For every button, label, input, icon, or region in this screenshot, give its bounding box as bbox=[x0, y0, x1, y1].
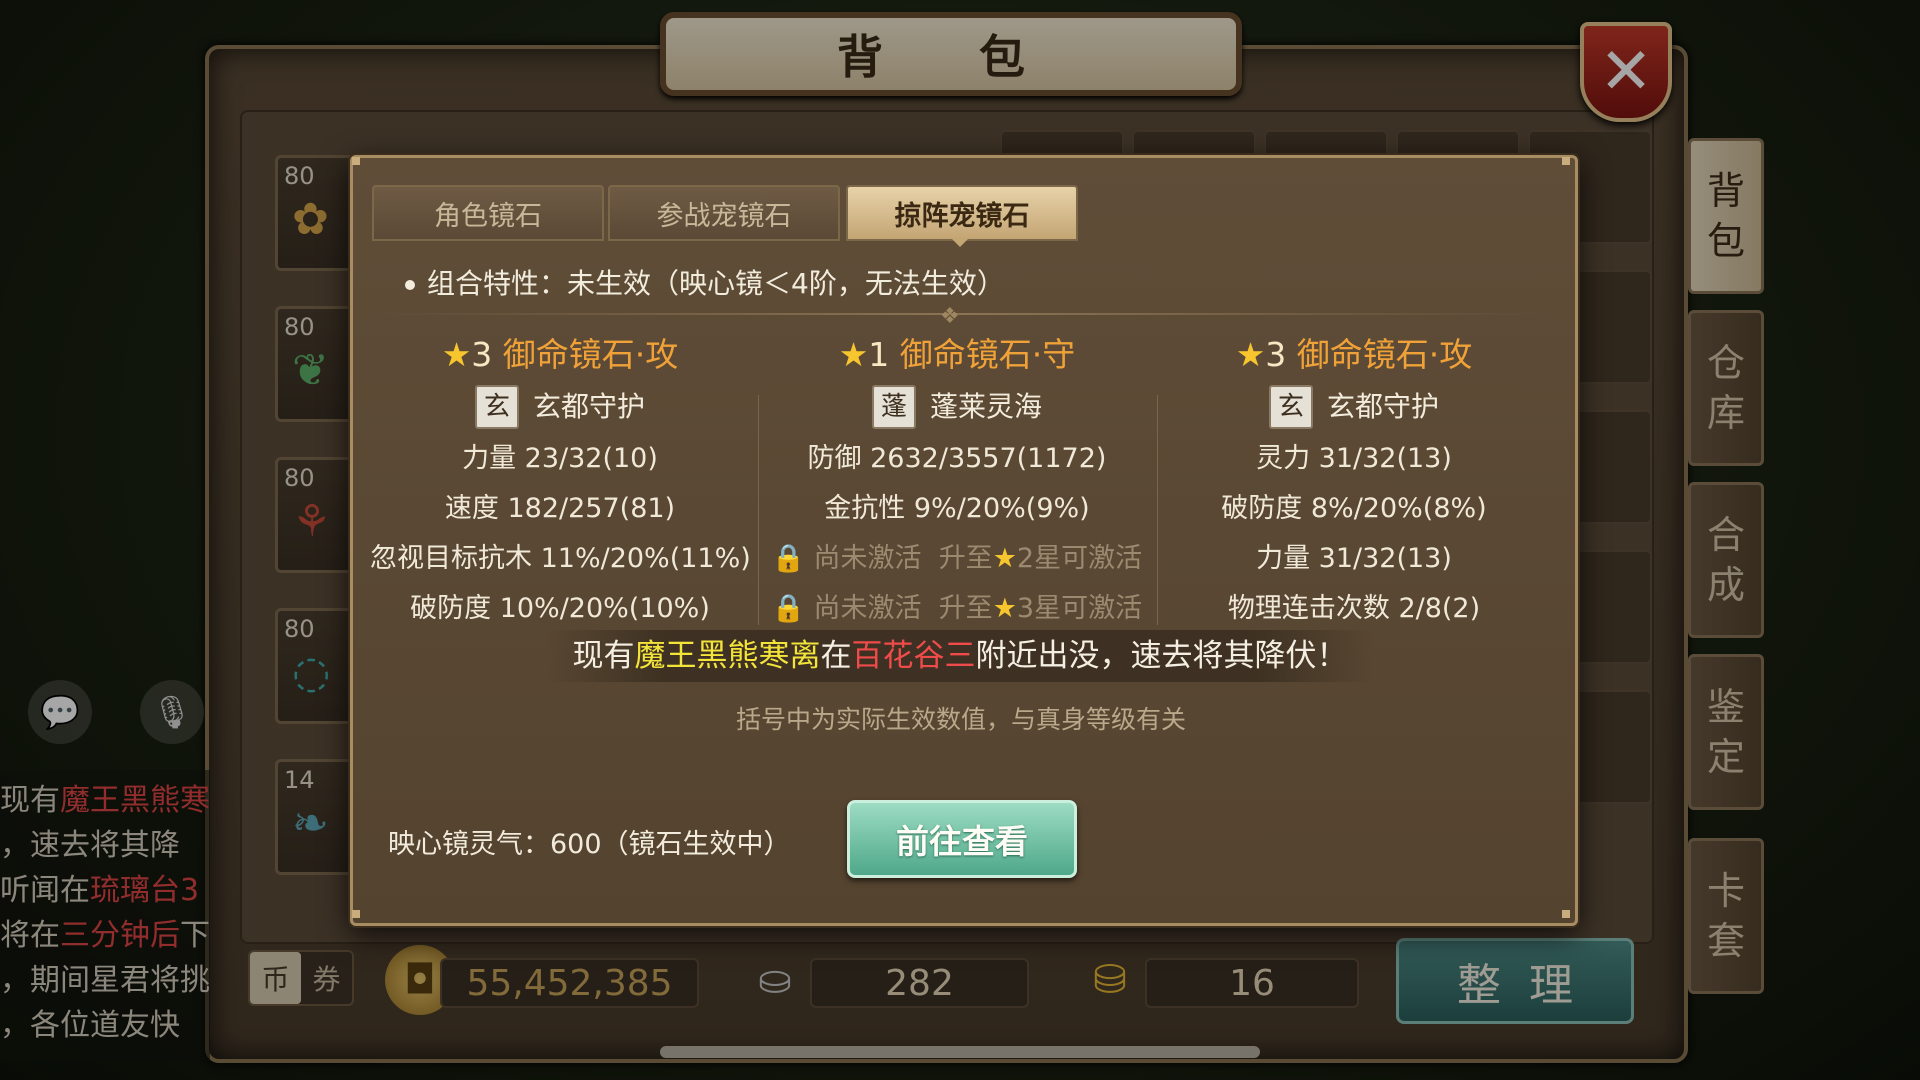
star-icon: ★ bbox=[992, 593, 1017, 624]
bullet-icon bbox=[405, 280, 415, 290]
stone-name: 御命镜石·攻 bbox=[1296, 335, 1473, 374]
stone-column-2: ★1 御命镜石·守 蓬 蓬莱灵海 防御 2632/3557(1172) 金抗性 … bbox=[767, 330, 1147, 634]
stone-column-3: ★3 御命镜石·攻 玄 玄都守护 灵力 31/32(13) 破防度 8%/20%… bbox=[1164, 330, 1544, 634]
set-badge-icon: 蓬 bbox=[871, 385, 916, 429]
stone-set: 蓬 蓬莱灵海 bbox=[767, 380, 1147, 434]
tab-battle-pet-stone[interactable]: 参战宠镜石 bbox=[608, 185, 840, 241]
locked-stat-row: 🔒 尚未激活 升至★2星可激活 bbox=[771, 543, 1143, 574]
stone-set: 玄 玄都守护 bbox=[1164, 380, 1544, 434]
mirror-aura-status: 映心镜灵气：600（镜石生效中） bbox=[388, 829, 791, 860]
stat-row: 灵力 31/32(13) bbox=[1256, 443, 1452, 474]
set-badge-icon: 玄 bbox=[1268, 385, 1313, 429]
stone-name: 御命镜石·守 bbox=[899, 335, 1076, 374]
column-separator bbox=[1157, 395, 1158, 625]
column-separator bbox=[758, 395, 759, 625]
locked-stat-row: 🔒 尚未激活 升至★3星可激活 bbox=[771, 593, 1143, 624]
set-name: 玄都守护 bbox=[1326, 390, 1439, 423]
set-badge-icon: 玄 bbox=[474, 385, 519, 429]
stat-row: 金抗性 9%/20%(9%) bbox=[824, 493, 1090, 524]
location-name: 百花谷三 bbox=[851, 638, 976, 674]
system-announcement: 现有魔王黑熊寒离在百花谷三附近出没，速去将其降伏！ bbox=[545, 630, 1375, 682]
stat-row: 力量 23/32(10) bbox=[462, 443, 658, 474]
stat-row: 力量 31/32(13) bbox=[1256, 543, 1452, 574]
divider bbox=[375, 313, 1545, 315]
star-icon: ★ bbox=[1235, 335, 1266, 374]
combo-trait: 组合特性：未生效（映心镜＜4阶，无法生效） bbox=[405, 262, 1005, 302]
stat-row: 破防度 8%/20%(8%) bbox=[1221, 493, 1487, 524]
tab-pointer bbox=[950, 237, 970, 247]
star-count: 3 bbox=[471, 335, 493, 374]
panel-corner bbox=[352, 910, 360, 918]
stat-row: 速度 182/257(81) bbox=[444, 493, 676, 524]
stone-title[interactable]: ★1 御命镜石·守 bbox=[767, 330, 1147, 380]
go-view-button[interactable]: 前往查看 bbox=[847, 800, 1077, 878]
stone-title[interactable]: ★3 御命镜石·攻 bbox=[1164, 330, 1544, 380]
stone-name: 御命镜石·攻 bbox=[502, 335, 679, 374]
boss-name: 魔王黑熊寒离 bbox=[634, 638, 821, 674]
lock-icon: 🔒 bbox=[771, 543, 806, 574]
stone-title[interactable]: ★3 御命镜石·攻 bbox=[370, 330, 750, 380]
star-count: 1 bbox=[868, 335, 890, 374]
footnote: 括号中为实际生效数值，与真身等级有关 bbox=[735, 705, 1186, 734]
panel-corner bbox=[1562, 157, 1570, 165]
tab-character-stone[interactable]: 角色镜石 bbox=[372, 185, 604, 241]
tab-support-pet-stone[interactable]: 掠阵宠镜石 bbox=[846, 185, 1078, 241]
combo-trait-text: 组合特性：未生效（映心镜＜4阶，无法生效） bbox=[427, 267, 1005, 300]
stat-row: 物理连击次数 2/8(2) bbox=[1227, 593, 1481, 624]
stat-row: 忽视目标抗木 11%/20%(11%) bbox=[370, 543, 751, 574]
set-name: 玄都守护 bbox=[532, 390, 645, 423]
panel-corner bbox=[1562, 910, 1570, 918]
star-icon: ★ bbox=[838, 335, 869, 374]
stat-row: 破防度 10%/20%(10%) bbox=[410, 593, 710, 624]
ornament-icon: ❖ bbox=[940, 304, 960, 329]
stat-row: 防御 2632/3557(1172) bbox=[807, 443, 1107, 474]
star-icon: ★ bbox=[441, 335, 472, 374]
star-icon: ★ bbox=[992, 543, 1017, 574]
lock-icon: 🔒 bbox=[771, 593, 806, 624]
stone-set: 玄 玄都守护 bbox=[370, 380, 750, 434]
stone-column-1: ★3 御命镜石·攻 玄 玄都守护 力量 23/32(10) 速度 182/257… bbox=[370, 330, 751, 634]
star-count: 3 bbox=[1265, 335, 1287, 374]
set-name: 蓬莱灵海 bbox=[929, 390, 1042, 423]
panel-corner bbox=[352, 157, 360, 165]
